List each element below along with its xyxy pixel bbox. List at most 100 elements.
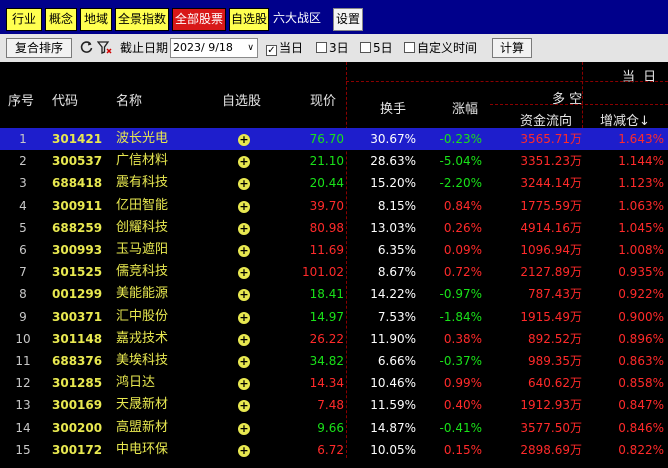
table-row[interactable]: 2 300537 广信材料 +21.10 28.63% -5.04% 3351.23万 1.1… xyxy=(0,150,668,172)
refresh-icon[interactable] xyxy=(79,40,94,55)
col-header-turnover[interactable]: 换手 xyxy=(380,98,406,117)
table-row[interactable]: 15 300172 中电环保 +6.72 10.05% 0.15% 2898.69万 0.82… xyxy=(0,439,668,461)
date-picker[interactable]: 2023/ 9/18 ∨ xyxy=(170,38,258,58)
tab-six-zones[interactable]: 六大战区 xyxy=(271,8,323,31)
stock-code: 301148 xyxy=(52,331,103,346)
tab-settings[interactable]: 设置 xyxy=(333,8,363,31)
option-3day[interactable]: 3日 xyxy=(316,38,349,58)
checkbox-icon xyxy=(316,42,327,53)
row-index: 9 xyxy=(19,309,27,324)
stock-name: 震有科技 xyxy=(116,175,169,191)
add-to-watchlist-icon[interactable]: + xyxy=(238,261,252,283)
tab-watchlist[interactable]: 自选股 xyxy=(229,8,269,31)
col-header-code[interactable]: 代码 xyxy=(52,90,78,109)
table-row[interactable]: 14 300200 高盟新材 +9.66 14.87% -0.41% 3577.50万 0.8… xyxy=(0,417,668,439)
table-row[interactable]: 4 300911 亿田智能 +39.70 8.15% 0.84% 1775.59万 1.063… xyxy=(0,195,668,217)
table-row[interactable]: 6 300993 玉马遮阳 +11.69 6.35% 0.09% 1096.94万 1.008… xyxy=(0,239,668,261)
stock-name: 创耀科技 xyxy=(116,219,169,235)
table-row[interactable]: 1 301421 波长光电 +76.70 30.67% -0.23% 3565.71万 1.6… xyxy=(0,128,668,150)
row-index: 2 xyxy=(19,154,27,169)
change-percent: 0.26% xyxy=(443,220,482,235)
stock-code: 300172 xyxy=(52,442,103,457)
add-to-watchlist-icon[interactable]: + xyxy=(238,195,252,217)
table-row[interactable]: 10 301148 嘉戎技术 +26.22 11.90% 0.38% 892.52万 0.89… xyxy=(0,328,668,350)
add-to-watchlist-icon[interactable]: + xyxy=(238,128,252,150)
col-header-index[interactable]: 序号 xyxy=(8,90,34,109)
change-percent: 0.72% xyxy=(443,265,482,280)
price: 20.44 xyxy=(309,176,344,191)
add-to-watchlist-icon[interactable]: + xyxy=(238,439,252,461)
fund-flow: 1912.93万 xyxy=(520,398,582,413)
tab-panorama-index[interactable]: 全景指数 xyxy=(115,8,169,31)
price: 7.48 xyxy=(317,398,344,413)
table-row[interactable]: 11 688376 美埃科技 +34.82 6.66% -0.37% 989.35万 0.86… xyxy=(0,350,668,372)
table-row[interactable]: 5 688259 创耀科技 +80.98 13.03% 0.26% 4914.16万 1.04… xyxy=(0,217,668,239)
tab-all-stocks[interactable]: 全部股票 xyxy=(172,8,226,31)
add-to-watchlist-icon[interactable]: + xyxy=(238,306,252,328)
table-row[interactable]: 12 301285 鸿日达 +14.34 10.46% 0.99% 640.62万 0.858… xyxy=(0,372,668,394)
stock-code: 300911 xyxy=(52,198,103,213)
turnover: 6.66% xyxy=(377,354,416,368)
option-5day-label: 5日 xyxy=(373,41,393,55)
column-divider xyxy=(582,62,583,128)
change-percent: 0.38% xyxy=(443,331,482,346)
add-to-watchlist-icon[interactable]: + xyxy=(238,328,252,350)
col-header-watchlist[interactable]: 自选股 xyxy=(222,90,261,109)
stock-name: 嘉戎技术 xyxy=(116,330,169,346)
position-change: 0.863% xyxy=(618,354,664,368)
filter-clear-icon[interactable] xyxy=(97,40,112,55)
position-change: 1.045% xyxy=(618,220,664,235)
row-index: 1 xyxy=(19,132,27,146)
add-to-watchlist-icon[interactable]: + xyxy=(238,150,252,172)
add-to-watchlist-icon[interactable]: + xyxy=(238,417,252,439)
option-custom-time[interactable]: 自定义时间 xyxy=(404,38,477,58)
add-to-watchlist-icon[interactable]: + xyxy=(238,283,252,305)
stock-code: 688376 xyxy=(52,354,103,368)
option-today[interactable]: ✓ 当日 xyxy=(266,38,303,58)
col-header-change[interactable]: 涨幅 xyxy=(452,98,478,117)
row-index: 6 xyxy=(19,243,27,257)
turnover: 10.46% xyxy=(370,376,416,391)
option-5day[interactable]: 5日 xyxy=(360,38,393,58)
col-header-name[interactable]: 名称 xyxy=(116,90,142,109)
table-row[interactable]: 3 688418 震有科技 +20.44 15.20% -2.20% 3244.14万 1.1… xyxy=(0,172,668,194)
turnover: 14.22% xyxy=(370,287,416,302)
add-to-watchlist-icon[interactable]: + xyxy=(238,372,252,394)
tab-region[interactable]: 地域 xyxy=(80,8,112,31)
row-index: 3 xyxy=(19,176,27,191)
stock-code: 300169 xyxy=(52,398,103,413)
composite-sort-button[interactable]: 复合排序 xyxy=(6,38,72,58)
stock-name: 玉马遮阳 xyxy=(116,242,169,257)
add-to-watchlist-icon[interactable]: + xyxy=(238,350,252,372)
header-divider xyxy=(346,81,668,82)
change-percent: 0.99% xyxy=(443,376,482,391)
tab-concept[interactable]: 概念 xyxy=(45,8,77,31)
add-to-watchlist-icon[interactable]: + xyxy=(238,394,252,416)
col-header-price[interactable]: 现价 xyxy=(310,90,336,109)
fund-flow: 4914.16万 xyxy=(520,220,582,235)
table-row[interactable]: 7 301525 儒竞科技 +101.02 8.67% 0.72% 2127.89万 0.93… xyxy=(0,261,668,283)
col-header-position-change[interactable]: 增减仓↓ xyxy=(600,110,650,129)
table-row[interactable]: 9 300371 汇中股份 +14.97 7.53% -1.84% 1915.49万 0.90… xyxy=(0,306,668,328)
turnover: 13.03% xyxy=(370,220,416,235)
stock-code: 688418 xyxy=(52,176,103,191)
calculate-button[interactable]: 计算 xyxy=(492,38,532,58)
table-row[interactable]: 13 300169 天晟新材 +7.48 11.59% 0.40% 1912.93万 0.84… xyxy=(0,394,668,416)
position-change: 0.847% xyxy=(618,398,664,413)
price: 11.69 xyxy=(309,243,344,257)
stock-code: 688259 xyxy=(52,220,103,235)
change-percent: -5.04% xyxy=(439,154,482,169)
price: 14.34 xyxy=(309,376,344,391)
add-to-watchlist-icon[interactable]: + xyxy=(238,217,252,239)
stock-name: 鸿日达 xyxy=(116,375,156,391)
price: 6.72 xyxy=(317,442,344,457)
tab-industry[interactable]: 行业 xyxy=(6,8,42,31)
col-header-fund-flow[interactable]: 资金流向 xyxy=(520,110,572,129)
add-to-watchlist-icon[interactable]: + xyxy=(238,172,252,194)
fund-flow: 3351.23万 xyxy=(520,154,582,169)
position-change: 0.900% xyxy=(618,309,664,324)
add-to-watchlist-icon[interactable]: + xyxy=(238,239,252,261)
stock-name: 美埃科技 xyxy=(116,353,169,368)
table-row[interactable]: 8 001299 美能能源 +18.41 14.22% -0.97% 787.43万 0.92… xyxy=(0,283,668,305)
price: 14.97 xyxy=(309,309,344,324)
